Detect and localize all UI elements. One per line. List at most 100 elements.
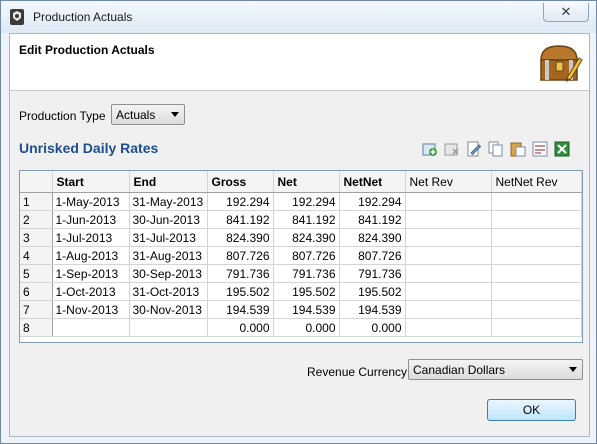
- cell-net[interactable]: 0.000: [273, 318, 340, 337]
- close-button[interactable]: ✕: [543, 3, 589, 22]
- cell-gross[interactable]: 807.726: [207, 246, 274, 265]
- row-number-cell[interactable]: 7: [20, 300, 53, 319]
- cell-netnet[interactable]: 824.390: [339, 228, 406, 247]
- cell-netrev[interactable]: [405, 210, 492, 229]
- row-number-cell[interactable]: 4: [20, 246, 53, 265]
- cell-netrev[interactable]: [405, 300, 492, 319]
- cell-netrev[interactable]: [405, 282, 492, 301]
- column-header[interactable]: Start: [52, 171, 130, 193]
- cell-start[interactable]: 1-Oct-2013: [52, 282, 130, 301]
- cell-netnet[interactable]: 194.539: [339, 300, 406, 319]
- cell-net[interactable]: 841.192: [273, 210, 340, 229]
- cell-end[interactable]: 31-Oct-2013: [129, 282, 208, 301]
- cell-start[interactable]: [52, 318, 130, 337]
- cell-start[interactable]: 1-Jul-2013: [52, 228, 130, 247]
- title-bar[interactable]: Production Actuals ✕: [1, 1, 596, 33]
- table-row[interactable]: 3 1-Jul-2013 31-Jul-2013 824.390 824.390 824.…: [20, 228, 582, 247]
- close-icon: ✕: [560, 4, 572, 19]
- window-title: Production Actuals: [33, 10, 133, 24]
- copy-icon[interactable]: [488, 141, 504, 157]
- cell-net[interactable]: 195.502: [273, 282, 340, 301]
- cell-start[interactable]: 1-Aug-2013: [52, 246, 130, 265]
- header-panel: Edit Production Actuals: [10, 34, 589, 91]
- edit-icon[interactable]: [466, 141, 482, 157]
- revenue-currency-label: Revenue Currency: [307, 365, 408, 379]
- cell-netrev[interactable]: [405, 228, 492, 247]
- table-row[interactable]: 5 1-Sep-2013 30-Sep-2013 791.736 791.736 791.…: [20, 264, 582, 283]
- table-row[interactable]: 8 0.000 0.000 0.000: [20, 318, 582, 337]
- excel-export-icon[interactable]: [554, 141, 570, 157]
- column-header[interactable]: Net: [273, 171, 340, 193]
- production-type-select[interactable]: Actuals: [111, 104, 185, 125]
- cell-start[interactable]: 1-Jun-2013: [52, 210, 130, 229]
- cell-netrev[interactable]: [405, 264, 492, 283]
- cell-end[interactable]: 31-Jul-2013: [129, 228, 208, 247]
- add-row-icon[interactable]: [422, 141, 438, 157]
- cell-netnet[interactable]: 791.736: [339, 264, 406, 283]
- row-number-cell[interactable]: 8: [20, 318, 53, 337]
- cell-end[interactable]: 30-Nov-2013: [129, 300, 208, 319]
- cell-netrev[interactable]: [405, 318, 492, 337]
- cell-netnetrev[interactable]: [491, 246, 582, 265]
- ok-button[interactable]: OK: [487, 399, 576, 421]
- column-header[interactable]: NetNet: [339, 171, 406, 193]
- cell-gross[interactable]: 791.736: [207, 264, 274, 283]
- row-number-cell[interactable]: 3: [20, 228, 53, 247]
- cell-netnetrev[interactable]: [491, 210, 582, 229]
- cell-net[interactable]: 791.736: [273, 264, 340, 283]
- chevron-down-icon: [171, 112, 179, 117]
- delete-row-icon[interactable]: [444, 141, 460, 157]
- column-header[interactable]: Gross: [207, 171, 274, 193]
- paste-icon[interactable]: [510, 141, 526, 157]
- row-number-cell[interactable]: 5: [20, 264, 53, 283]
- cell-netrev[interactable]: [405, 192, 492, 211]
- cell-netnet[interactable]: 192.294: [339, 192, 406, 211]
- cell-netnetrev[interactable]: [491, 300, 582, 319]
- cell-end[interactable]: 30-Jun-2013: [129, 210, 208, 229]
- cell-start[interactable]: 1-Nov-2013: [52, 300, 130, 319]
- revenue-currency-select[interactable]: Canadian Dollars: [408, 359, 583, 380]
- table-row[interactable]: 4 1-Aug-2013 31-Aug-2013 807.726 807.726 807.…: [20, 246, 582, 265]
- cell-gross[interactable]: 824.390: [207, 228, 274, 247]
- app-icon: [10, 9, 24, 25]
- cell-gross[interactable]: 192.294: [207, 192, 274, 211]
- table-row[interactable]: 1 1-May-2013 31-May-2013 192.294 192.294 192.…: [20, 192, 582, 211]
- cell-gross[interactable]: 0.000: [207, 318, 274, 337]
- cell-net[interactable]: 194.539: [273, 300, 340, 319]
- table-row[interactable]: 6 1-Oct-2013 31-Oct-2013 195.502 195.502 195.…: [20, 282, 582, 301]
- table-row[interactable]: 2 1-Jun-2013 30-Jun-2013 841.192 841.192 841.…: [20, 210, 582, 229]
- cell-netnetrev[interactable]: [491, 318, 582, 337]
- cell-gross[interactable]: 195.502: [207, 282, 274, 301]
- cell-end[interactable]: [129, 318, 208, 337]
- cell-gross[interactable]: 841.192: [207, 210, 274, 229]
- cell-netnet[interactable]: 841.192: [339, 210, 406, 229]
- row-number-cell[interactable]: 2: [20, 210, 53, 229]
- cell-end[interactable]: 31-May-2013: [129, 192, 208, 211]
- column-header[interactable]: NetNet Rev: [491, 171, 582, 193]
- cell-net[interactable]: 807.726: [273, 246, 340, 265]
- cell-netnet[interactable]: 807.726: [339, 246, 406, 265]
- daily-rates-grid[interactable]: Start End Gross Net NetNet Net Rev NetNe…: [19, 170, 583, 343]
- cell-netnet[interactable]: 0.000: [339, 318, 406, 337]
- cell-netnetrev[interactable]: [491, 282, 582, 301]
- cell-start[interactable]: 1-May-2013: [52, 192, 130, 211]
- cell-netrev[interactable]: [405, 246, 492, 265]
- row-number-cell[interactable]: 1: [20, 192, 53, 211]
- row-number-cell[interactable]: 6: [20, 282, 53, 301]
- table-row[interactable]: 7 1-Nov-2013 30-Nov-2013 194.539 194.539 194.…: [20, 300, 582, 319]
- calculate-icon[interactable]: [532, 141, 548, 157]
- cell-gross[interactable]: 194.539: [207, 300, 274, 319]
- cell-end[interactable]: 30-Sep-2013: [129, 264, 208, 283]
- cell-netnet[interactable]: 195.502: [339, 282, 406, 301]
- cell-end[interactable]: 31-Aug-2013: [129, 246, 208, 265]
- cell-start[interactable]: 1-Sep-2013: [52, 264, 130, 283]
- chevron-down-icon: [569, 367, 577, 372]
- cell-netnetrev[interactable]: [491, 264, 582, 283]
- cell-net[interactable]: 192.294: [273, 192, 340, 211]
- cell-netnetrev[interactable]: [491, 192, 582, 211]
- cell-netnetrev[interactable]: [491, 228, 582, 247]
- column-header[interactable]: Net Rev: [405, 171, 492, 193]
- column-header[interactable]: End: [129, 171, 208, 193]
- cell-net[interactable]: 824.390: [273, 228, 340, 247]
- header-title: Edit Production Actuals: [19, 43, 155, 57]
